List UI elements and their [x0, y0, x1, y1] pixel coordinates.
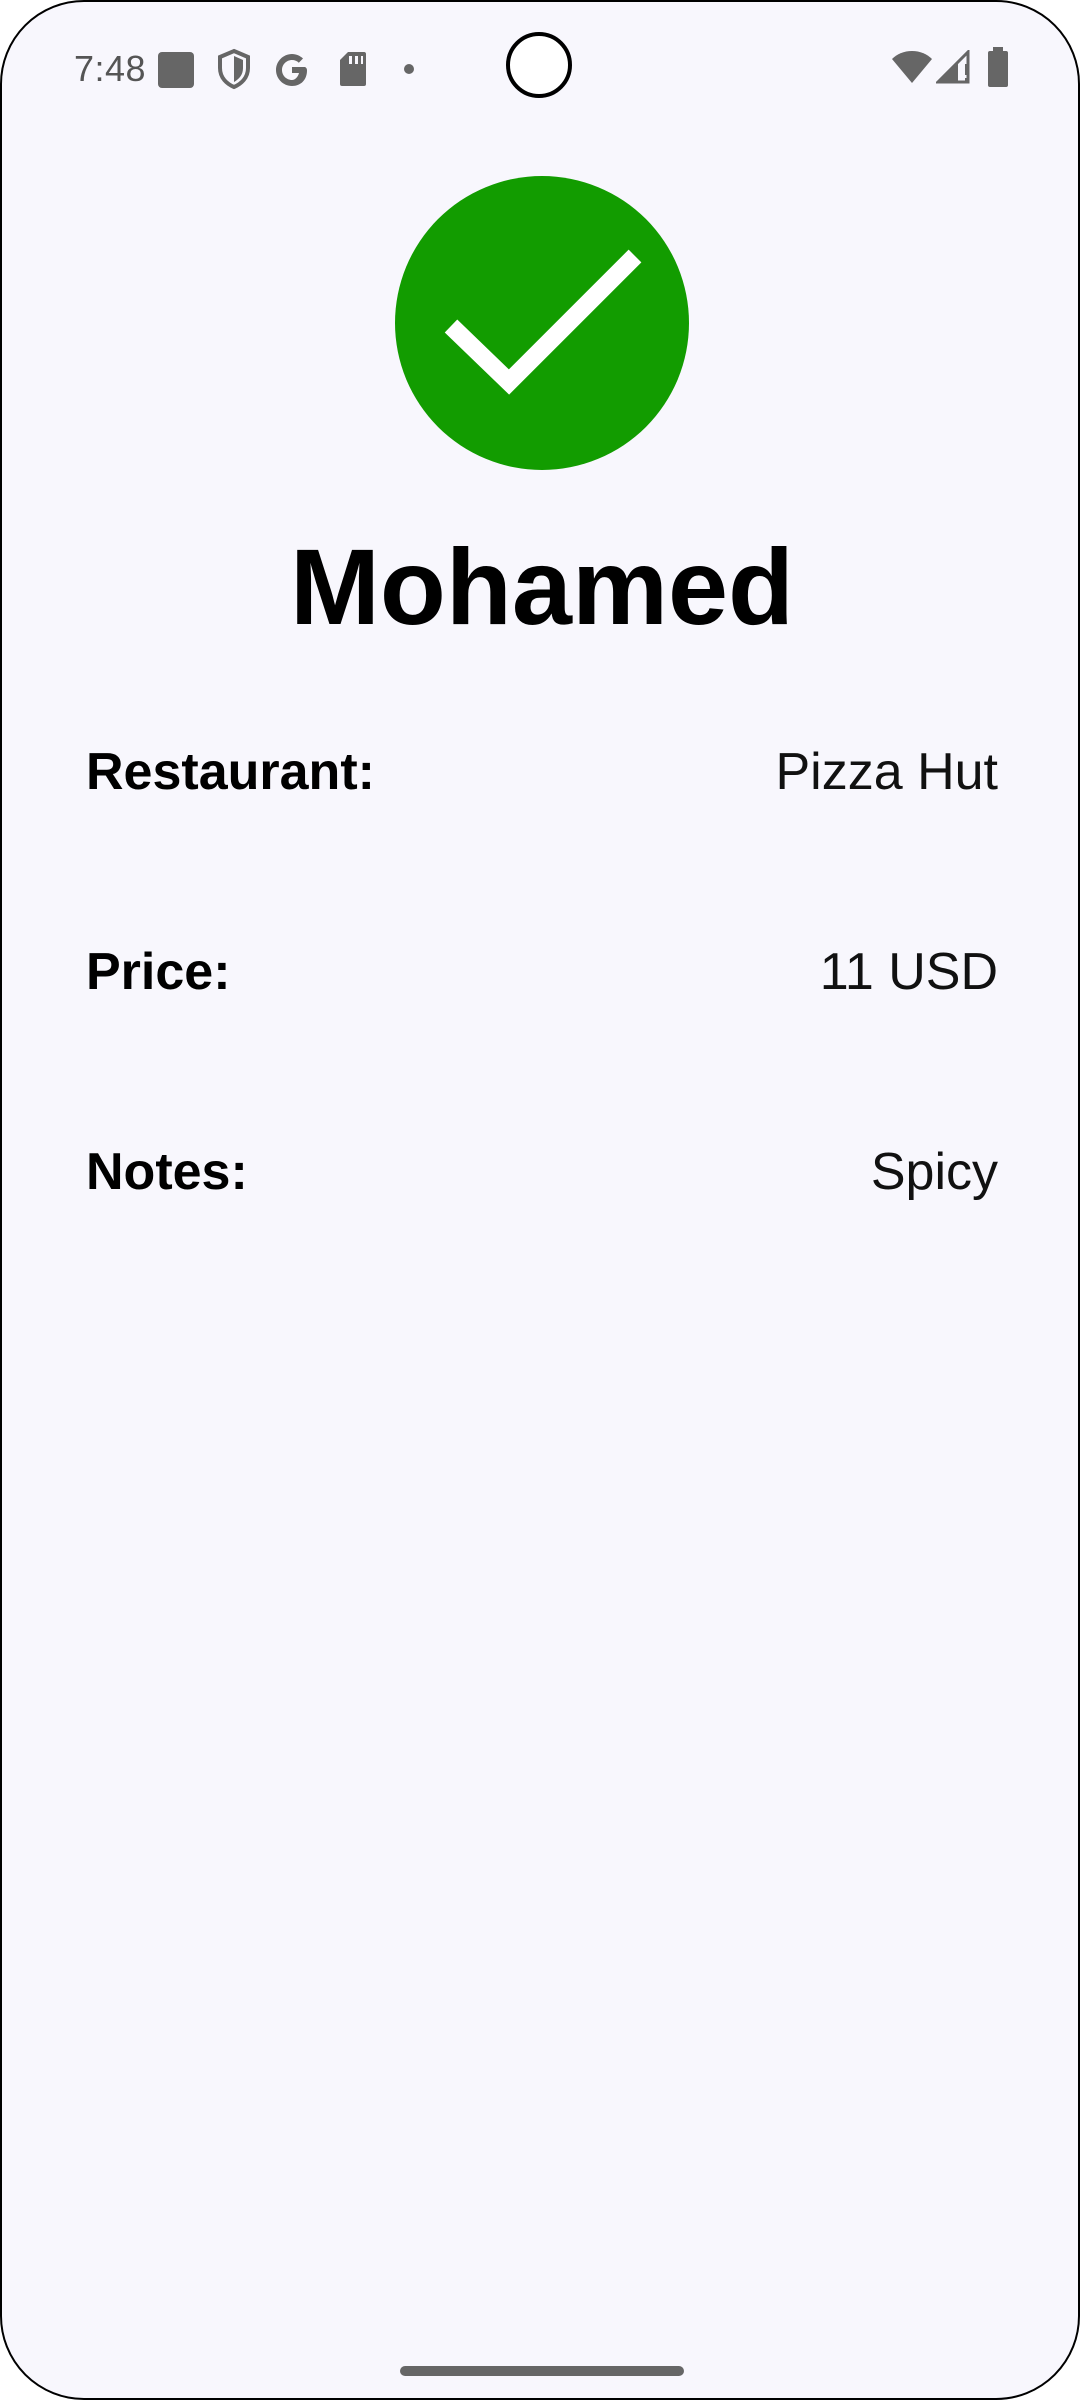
detail-value: Spicy	[870, 1143, 998, 1201]
camera-cutout	[506, 32, 614, 98]
dot-icon	[404, 64, 414, 74]
sd-card-icon	[340, 52, 366, 86]
detail-label: Restaurant:	[86, 743, 375, 801]
detail-label: Price:	[86, 943, 231, 1001]
detail-row-price: Price: 11 USD	[86, 932, 998, 1012]
gesture-nav-handle[interactable]	[400, 2366, 684, 2376]
detail-value: Pizza Hut	[775, 743, 998, 801]
wifi-icon	[892, 51, 932, 83]
battery-icon	[988, 47, 1008, 87]
success-badge	[395, 176, 689, 470]
signal-icon	[936, 50, 970, 84]
status-time: 7:48	[74, 48, 147, 89]
shield-icon	[218, 48, 250, 90]
front-camera	[506, 32, 572, 98]
google-icon	[276, 54, 307, 86]
status-bar: 7:48	[2, 2, 1078, 132]
detail-label: Notes:	[86, 1143, 248, 1201]
detail-row-restaurant: Restaurant: Pizza Hut	[86, 732, 998, 812]
customer-name: Mohamed	[289, 526, 795, 647]
square-notification-icon	[158, 52, 194, 88]
phone-screen: 7:48 Mohamed Restaurant: Pizza Hut Price…	[0, 0, 1080, 2400]
detail-row-notes: Notes: Spicy	[86, 1132, 998, 1212]
detail-value: 11 USD	[819, 943, 998, 1001]
check-icon	[444, 249, 642, 395]
